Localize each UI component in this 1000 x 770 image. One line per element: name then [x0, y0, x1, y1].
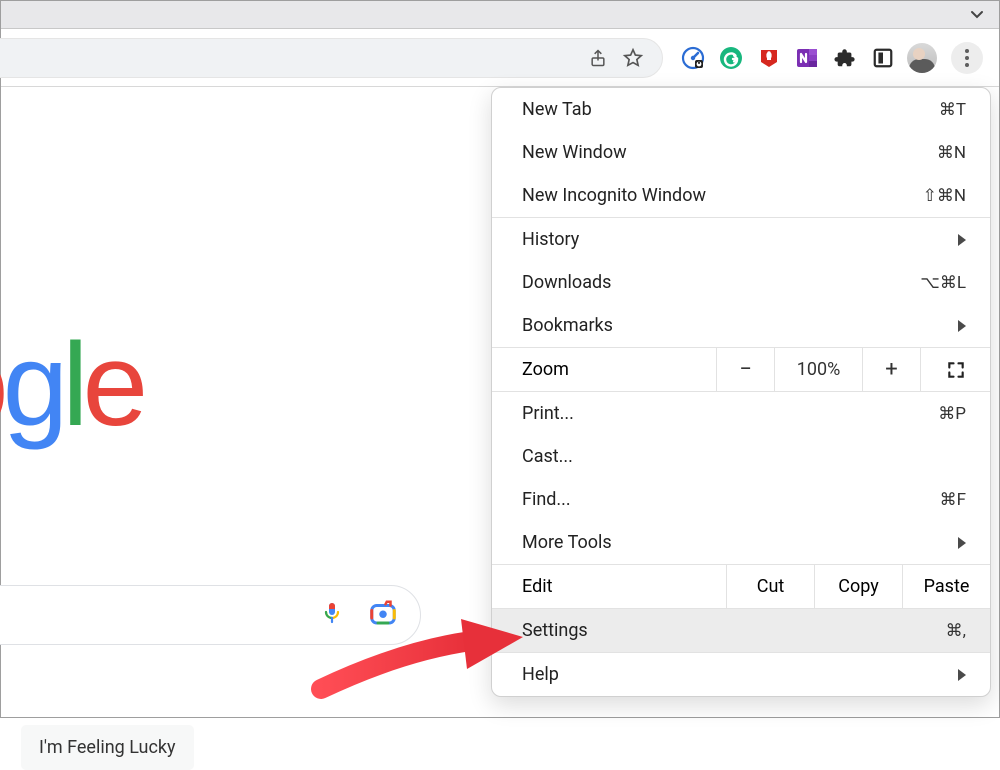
extension-reader-icon[interactable]: [869, 44, 897, 72]
menu-bookmarks[interactable]: Bookmarks: [492, 304, 990, 347]
browser-menu-button[interactable]: [951, 42, 983, 74]
extension-onenote-icon[interactable]: [793, 44, 821, 72]
extension-grammarly-icon[interactable]: [717, 44, 745, 72]
shortcut-label: ⌘,: [946, 621, 966, 641]
zoom-value: 100%: [774, 348, 862, 391]
menu-history[interactable]: History: [492, 218, 990, 261]
profile-avatar[interactable]: [907, 43, 937, 73]
menu-edit-row: Edit Cut Copy Paste: [492, 564, 990, 609]
menu-more-tools[interactable]: More Tools: [492, 521, 990, 564]
shortcut-label: ⌘N: [937, 143, 966, 163]
menu-new-tab[interactable]: New Tab ⌘T: [492, 88, 990, 131]
shortcut-label: ⌘P: [938, 404, 966, 424]
zoom-in-button[interactable]: +: [862, 348, 920, 391]
window-titlebar: [1, 1, 999, 29]
menu-print[interactable]: Print... ⌘P: [492, 392, 990, 435]
search-input[interactable]: [0, 585, 421, 645]
zoom-out-button[interactable]: −: [716, 348, 774, 391]
shortcut-label: ⌘F: [940, 490, 966, 510]
address-bar[interactable]: [0, 38, 663, 78]
menu-find[interactable]: Find... ⌘F: [492, 478, 990, 521]
menu-new-window[interactable]: New Window ⌘N: [492, 131, 990, 174]
chevron-down-icon[interactable]: [969, 7, 985, 27]
voice-search-icon[interactable]: [320, 598, 344, 632]
chevron-right-icon: [958, 320, 966, 332]
menu-zoom-label: Zoom: [492, 348, 716, 391]
extension-icons: [671, 42, 999, 74]
extension-adblock-icon[interactable]: [755, 44, 783, 72]
chrome-menu: New Tab ⌘T New Window ⌘N New Incognito W…: [491, 87, 991, 697]
browser-toolbar: [1, 29, 999, 87]
extension-onetab-icon[interactable]: [679, 44, 707, 72]
edit-cut-button[interactable]: Cut: [726, 565, 814, 608]
menu-downloads[interactable]: Downloads ⌥⌘L: [492, 261, 990, 304]
chevron-right-icon: [958, 234, 966, 246]
menu-settings[interactable]: Settings ⌘,: [492, 609, 990, 652]
star-icon[interactable]: [622, 47, 644, 69]
menu-help[interactable]: Help: [492, 653, 990, 696]
kebab-icon: [965, 49, 969, 67]
shortcut-label: ⌥⌘L: [920, 273, 966, 293]
feeling-lucky-button[interactable]: I'm Feeling Lucky: [21, 725, 194, 770]
extensions-puzzle-icon[interactable]: [831, 44, 859, 72]
edit-paste-button[interactable]: Paste: [902, 565, 990, 608]
menu-cast[interactable]: Cast...: [492, 435, 990, 478]
menu-new-incognito[interactable]: New Incognito Window ⇧⌘N: [492, 174, 990, 217]
chevron-right-icon: [958, 537, 966, 549]
chevron-right-icon: [958, 669, 966, 681]
fullscreen-button[interactable]: [920, 348, 990, 391]
share-icon[interactable]: [588, 48, 608, 68]
google-logo: ogle: [0, 317, 142, 453]
camera-search-icon[interactable]: [368, 598, 398, 632]
edit-copy-button[interactable]: Copy: [814, 565, 902, 608]
shortcut-label: ⌘T: [939, 100, 966, 120]
menu-zoom-row: Zoom − 100% +: [492, 347, 990, 392]
shortcut-label: ⇧⌘N: [923, 186, 966, 206]
menu-edit-label: Edit: [492, 565, 726, 608]
